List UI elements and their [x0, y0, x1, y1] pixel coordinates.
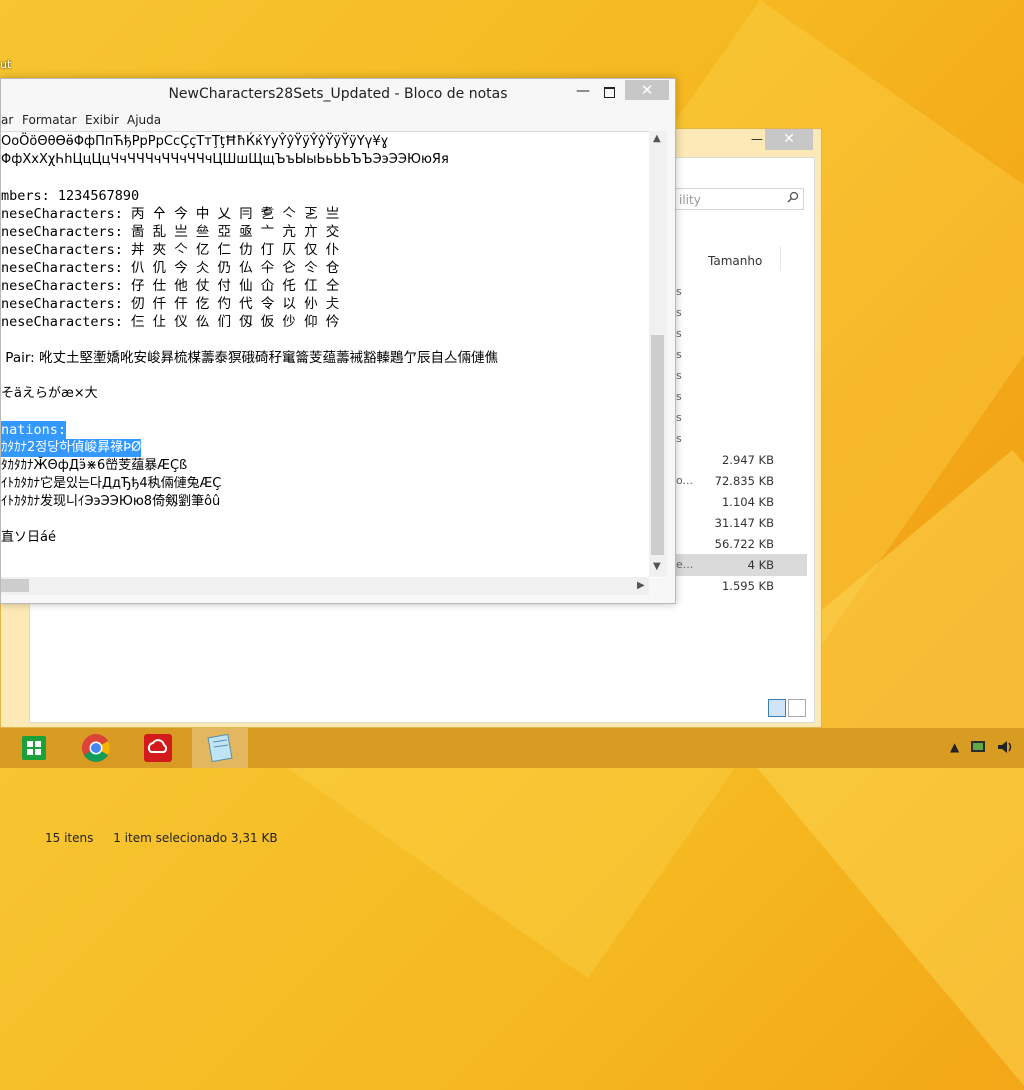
horizontal-scrollbar[interactable]: ▶ — [1, 577, 649, 595]
text-line: OoÖöΘθӨӫΦфПпЋђPpРрCcÇçTтŢţĦħЌќYyŶŷŸÿŶŷŸÿ… — [1, 134, 389, 149]
file-size-cell: 56.722 KB — [714, 537, 774, 551]
text-line: ﾀｶﾀｶﾅӁΘфДӭ⋇6嵤芰蕴暴ÆÇß — [1, 458, 188, 473]
text-line: ｲﾄｶﾀｶﾅ它是있는다ДдЂђ4秇倆僆兔ÆÇ — [1, 476, 222, 491]
notepad-window[interactable]: NewCharacters28Sets_Updated - Bloco de n… — [0, 78, 676, 604]
row-name-fragment[interactable]: s — [676, 306, 682, 319]
column-separator[interactable] — [780, 246, 781, 270]
selected-text: ｶﾀｶﾅ2정당하偵峻昪祿ÞØ — [1, 439, 142, 457]
menu-help[interactable]: Ajuda — [127, 113, 161, 127]
status-selection: 1 item selecionado 3,31 KB — [113, 831, 278, 845]
row-name-fragment[interactable]: s — [676, 327, 682, 340]
view-toggle — [768, 699, 808, 721]
taskbar-creative-cloud[interactable] — [130, 728, 186, 768]
text-line: そäえらがæ×大 — [1, 386, 98, 401]
menu-view[interactable]: Exibir — [85, 113, 119, 127]
row-name-fragment[interactable]: s — [676, 432, 682, 445]
text-line: Pair: 吪丈土堅壍嬌吪安峻昪梳楳薵泰猽硪碕秄竃籥芰蕴薵裓豁轃鶗亇辰自亼倆僆僬 — [1, 350, 499, 366]
text-line: neseCharacters: 丙 㐃 今 中 乂 冃 乽 亽 乤 亗 — [1, 206, 340, 222]
maximize-button[interactable] — [599, 83, 619, 102]
status-item-count: 15 itens — [45, 831, 94, 845]
scroll-right-icon[interactable]: ▶ — [637, 580, 645, 591]
file-size-cell: 2.947 KB — [721, 453, 774, 467]
vertical-scroll-thumb[interactable] — [651, 335, 664, 555]
chrome-icon — [82, 734, 110, 762]
details-view-icon[interactable] — [768, 699, 786, 717]
file-size-cell: 1.104 KB — [721, 495, 774, 509]
horizontal-scroll-thumb[interactable] — [1, 579, 29, 592]
selected-text: nations: — [1, 421, 67, 439]
text-line: neseCharacters: 仈 仉 今 仌 仍 仏 仐 仑 仒 仓 — [1, 260, 340, 276]
creative-cloud-icon — [144, 734, 172, 762]
network-status-icon — [971, 741, 985, 752]
close-button[interactable]: ✕ — [625, 80, 669, 100]
row-name-fragment[interactable]: s — [676, 348, 682, 361]
file-size-cell: 4 KB — [747, 558, 774, 572]
desktop-icon-label[interactable]: ut — [0, 58, 11, 71]
taskbar: ▲ — [0, 728, 1024, 768]
row-name-fragment[interactable]: s — [676, 411, 682, 424]
text-line: neseCharacters: 丼 夾 亽 亿 仁 仂 仃 仄 仅 仆 — [1, 242, 340, 258]
text-line: neseCharacters: 仞 仟 仠 仡 仢 代 令 以 仦 仧 — [1, 296, 340, 312]
volume-icon[interactable] — [996, 738, 1016, 759]
vertical-scrollbar[interactable]: ▲ ▼ — [649, 131, 667, 577]
minimize-button[interactable]: — — [573, 83, 593, 99]
text-line: ΦфXxXχҺһЦцЦцЧчЧЧЧчЧЧчЧЧчЦШшЩщЪъЫыЬьЬЬЪЪЭ… — [1, 152, 449, 167]
scroll-up-icon[interactable]: ▲ — [653, 133, 661, 144]
search-placeholder: ility — [679, 193, 701, 207]
column-header-size[interactable]: Tamanho — [708, 254, 762, 268]
row-name-fragment[interactable]: s — [676, 390, 682, 403]
file-size-cell: 72.835 KB — [714, 474, 774, 488]
text-line: neseCharacters: 仨 仩 仪 仫 们 仭 仮 仯 仰 仱 — [1, 314, 340, 330]
text-line: neseCharacters: 仔 仕 他 仗 付 仙 仚 仛 仜 仝 — [1, 278, 340, 294]
file-size-cell: 1.595 KB — [721, 579, 774, 593]
show-hidden-icons-icon[interactable]: ▲ — [950, 740, 959, 754]
maximize-icon — [603, 87, 615, 98]
row-name-fragment[interactable]: s — [676, 369, 682, 382]
text-editor[interactable]: OoÖöΘθӨӫΦфПпЋђPpРрCcÇçTтŢţĦħЌќYyŶŷŸÿŶŷŸÿ… — [1, 131, 667, 578]
row-name-fragment[interactable]: s — [676, 285, 682, 298]
windows-icon — [22, 736, 46, 760]
menu-format[interactable]: Formatar — [22, 113, 77, 127]
text-line: 直ソ日áé — [1, 530, 56, 545]
explorer-close-button[interactable]: ✕ — [765, 129, 813, 150]
menu-edit[interactable]: ar — [1, 113, 13, 127]
search-icon[interactable] — [787, 191, 799, 203]
status-bar: 15 itens 1 item selecionado 3,31 KB — [45, 831, 278, 845]
file-size-cell: 31.147 KB — [714, 516, 774, 530]
start-button[interactable] — [6, 728, 62, 768]
notepad-icon — [207, 733, 233, 763]
text-line: neseCharacters: 啚 乱 亗 亝 亞 亟 亠 亢 亣 交 — [1, 224, 340, 240]
scroll-down-icon[interactable]: ▼ — [653, 561, 661, 572]
large-icons-view-icon[interactable] — [788, 699, 806, 717]
network-icon[interactable] — [970, 738, 988, 759]
speaker-icon — [998, 741, 1012, 753]
taskbar-chrome[interactable] — [68, 728, 124, 768]
text-line: mbers: 1234567890 — [1, 188, 140, 204]
text-line: ｲﾄｶﾀｶﾅ发现니ｲЭэЭЭЮю8倚剱劉筆ôû — [1, 494, 221, 509]
search-input[interactable]: ility — [674, 188, 804, 210]
taskbar-notepad[interactable] — [192, 728, 248, 768]
